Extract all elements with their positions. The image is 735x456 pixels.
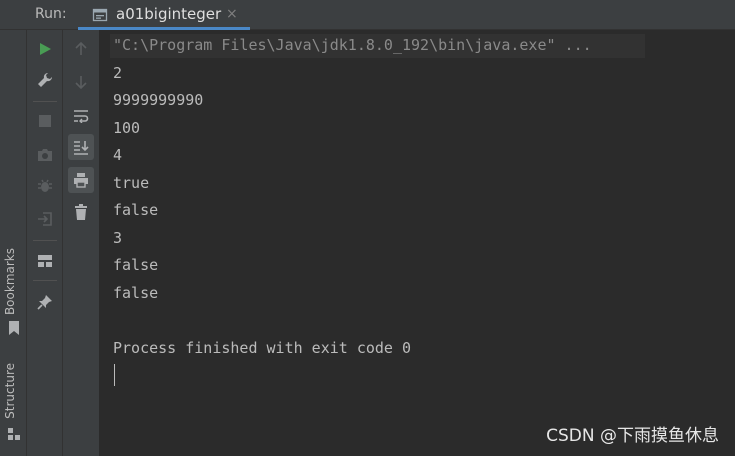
run-label: Run: <box>35 6 67 22</box>
print-button[interactable] <box>68 167 94 193</box>
bookmark-icon <box>9 321 19 335</box>
run-actions-toolbar <box>27 30 63 456</box>
soft-wrap-icon <box>74 110 89 123</box>
layout-button[interactable] <box>32 248 58 274</box>
output-line: false <box>113 256 159 274</box>
next-occurrence-button[interactable] <box>68 69 94 95</box>
output-line: 100 <box>113 119 141 137</box>
watermark: CSDN @下雨摸鱼休息 <box>546 426 719 446</box>
bookmarks-tab[interactable]: Bookmarks <box>3 248 17 315</box>
attach-button[interactable] <box>32 206 58 232</box>
arrow-up-icon <box>75 42 87 55</box>
console-output[interactable]: "C:\Program Files\Java\jdk1.8.0_192\bin\… <box>100 30 735 456</box>
wrench-icon <box>38 72 53 87</box>
separator <box>33 280 57 281</box>
output-line: true <box>113 174 150 192</box>
output-line: 9999999990 <box>113 91 204 109</box>
stop-icon <box>39 115 51 127</box>
structure-tab[interactable]: Structure <box>3 363 17 419</box>
close-icon[interactable]: × <box>226 6 238 22</box>
run-icon <box>40 43 51 55</box>
text-caret <box>114 364 115 386</box>
previous-occurrence-button[interactable] <box>68 36 94 62</box>
stop-button[interactable] <box>32 108 58 134</box>
layout-icon <box>38 255 52 267</box>
command-line: "C:\Program Files\Java\jdk1.8.0_192\bin\… <box>113 36 592 54</box>
output-line: 2 <box>113 64 123 82</box>
scroll-to-end-button[interactable] <box>68 134 94 160</box>
separator <box>33 240 57 241</box>
tab-title: a01biginteger <box>116 5 222 23</box>
tab-a01biginteger[interactable]: a01biginteger <box>78 0 250 30</box>
run-button[interactable] <box>32 36 58 62</box>
settings-button[interactable] <box>32 67 58 93</box>
output-line: 3 <box>113 229 123 247</box>
camera-icon <box>38 149 52 161</box>
clear-all-button[interactable] <box>68 199 94 225</box>
side-tool-strip: Bookmarks Structure <box>0 30 27 456</box>
separator <box>33 101 57 102</box>
bug-icon <box>38 179 52 192</box>
console-icon <box>92 8 108 22</box>
trash-icon <box>75 204 87 220</box>
pin-icon <box>37 295 52 310</box>
structure-icon <box>8 428 20 440</box>
output-line: false <box>113 284 159 302</box>
console-actions-toolbar <box>63 30 100 456</box>
soft-wrap-button[interactable] <box>68 103 94 129</box>
pin-button[interactable] <box>32 289 58 315</box>
arrow-down-icon <box>75 76 87 89</box>
print-icon <box>74 173 88 188</box>
dump-threads-button[interactable] <box>32 142 58 168</box>
output-line: 4 <box>113 146 123 164</box>
login-icon <box>38 212 52 226</box>
debug-button[interactable] <box>32 173 58 199</box>
run-toolwindow-header: Run: a01biginteger × <box>0 0 735 30</box>
output-line: false <box>113 201 159 219</box>
scroll-to-end-icon <box>74 141 89 155</box>
exit-message: Process finished with exit code 0 <box>113 339 412 357</box>
